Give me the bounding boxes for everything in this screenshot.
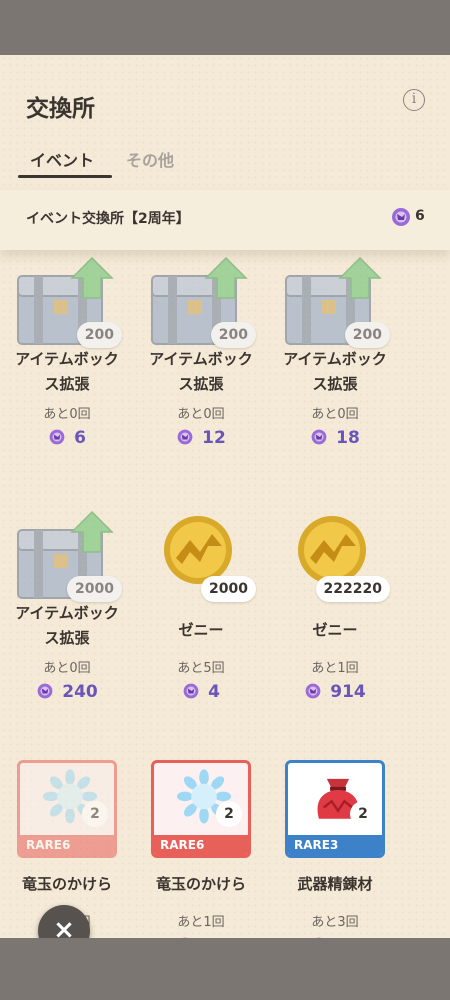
item-name: ゼニー bbox=[312, 621, 358, 639]
exchange-item[interactable]: 2000 アイテムボック ス拡張あと0回 240 bbox=[0, 506, 134, 760]
item-cost: 6 bbox=[0, 428, 134, 448]
rarity-label: RARE6 bbox=[20, 835, 114, 855]
remaining-count: あと0回 bbox=[43, 407, 91, 422]
item-thumbnail: 2 RARE3 bbox=[285, 760, 385, 858]
quantity-badge: 200 bbox=[344, 322, 390, 348]
shop-header: イベント交換所【2周年】 6 bbox=[0, 190, 450, 250]
item-thumbnail: 200 bbox=[142, 252, 260, 350]
exchange-item[interactable]: 222220 ゼニーあと1回 914 bbox=[268, 506, 402, 760]
quantity-badge: 200 bbox=[76, 322, 122, 348]
gem-icon bbox=[183, 683, 199, 699]
item-name: ゼニー bbox=[178, 621, 224, 639]
exchange-item[interactable]: 200 アイテムボック ス拡張あと0回 18 bbox=[268, 252, 402, 506]
item-thumbnail: 222220 bbox=[276, 506, 394, 604]
dragon-shard-icon bbox=[42, 769, 98, 824]
item-thumbnail: 200 bbox=[8, 252, 126, 350]
gem-icon bbox=[392, 208, 410, 226]
remaining-count: あと0回 bbox=[311, 407, 359, 422]
info-icon[interactable]: i bbox=[403, 89, 425, 111]
rarity-label: RARE6 bbox=[154, 835, 248, 855]
tab-other[interactable]: その他 bbox=[126, 147, 174, 171]
quantity-badge: 200 bbox=[210, 322, 256, 348]
tab-bar: イベント その他 bbox=[0, 143, 450, 181]
quantity-badge: 2 bbox=[216, 801, 242, 827]
item-name: アイテムボック ス拡張 bbox=[15, 350, 119, 393]
gem-icon bbox=[49, 429, 65, 445]
rarity-label: RARE3 bbox=[288, 835, 382, 855]
shop-title: イベント交換所【2周年】 bbox=[26, 211, 190, 227]
gem-icon bbox=[311, 429, 327, 445]
quantity-badge: 222220 bbox=[315, 576, 390, 602]
remaining-count: あと0回 bbox=[177, 407, 225, 422]
item-cost: 914 bbox=[268, 682, 402, 702]
exchange-item[interactable]: 2RARE3武器精錬材あと3回10 bbox=[268, 760, 402, 938]
gem-count: 6 bbox=[415, 208, 425, 224]
remaining-count: あと0回 bbox=[43, 661, 91, 676]
quantity-badge: 2 bbox=[82, 801, 108, 827]
tab-event[interactable]: イベント bbox=[30, 147, 94, 171]
item-thumbnail: 200 bbox=[276, 252, 394, 350]
bottom-overlay bbox=[0, 938, 450, 1000]
quantity-badge: 2 bbox=[350, 801, 376, 827]
tab-underline bbox=[18, 175, 112, 178]
dragon-shard-icon bbox=[176, 769, 232, 824]
item-thumbnail: 2000 bbox=[8, 506, 126, 604]
exchange-item[interactable]: 2000 ゼニーあと5回 4 bbox=[134, 506, 268, 760]
exchange-panel: 交換所 i イベント その他 イベント交換所【2周年】 6 200 アイテムボック… bbox=[0, 55, 450, 938]
exchange-item[interactable]: 200 アイテムボック ス拡張あと0回 6 bbox=[0, 252, 134, 506]
item-thumbnail: 2 RARE6 bbox=[151, 760, 251, 858]
exchange-item[interactable]: 200 アイテムボック ス拡張あと0回 12 bbox=[134, 252, 268, 506]
gem-icon bbox=[305, 683, 321, 699]
gem-icon bbox=[177, 429, 193, 445]
item-name: アイテムボック ス拡張 bbox=[15, 604, 119, 647]
item-cost: 18 bbox=[268, 428, 402, 448]
remaining-count: あと1回 bbox=[311, 661, 359, 676]
item-cost: 240 bbox=[0, 682, 134, 702]
item-name: アイテムボック ス拡張 bbox=[283, 350, 387, 393]
remaining-count: あと3回 bbox=[311, 915, 359, 930]
item-name: 武器精錬材 bbox=[297, 875, 373, 893]
item-thumbnail: 2 RARE6 bbox=[17, 760, 117, 858]
remaining-count: あと5回 bbox=[177, 661, 225, 676]
item-name: 竜玉のかけら bbox=[21, 875, 112, 893]
quantity-badge: 2000 bbox=[67, 576, 122, 602]
item-name: 竜玉のかけら bbox=[155, 875, 246, 893]
item-thumbnail: 2000 bbox=[142, 506, 260, 604]
refine-material-icon bbox=[317, 778, 359, 819]
exchange-item[interactable]: 2RARE6竜玉のかけらあと1回80 bbox=[134, 760, 268, 938]
page-title: 交換所 bbox=[26, 96, 95, 122]
item-name: アイテムボック ス拡張 bbox=[149, 350, 253, 393]
item-cost: 12 bbox=[134, 428, 268, 448]
quantity-badge: 2000 bbox=[201, 576, 256, 602]
remaining-count: あと1回 bbox=[177, 915, 225, 930]
item-cost: 4 bbox=[134, 682, 268, 702]
top-overlay bbox=[0, 0, 450, 55]
gem-icon bbox=[37, 683, 53, 699]
